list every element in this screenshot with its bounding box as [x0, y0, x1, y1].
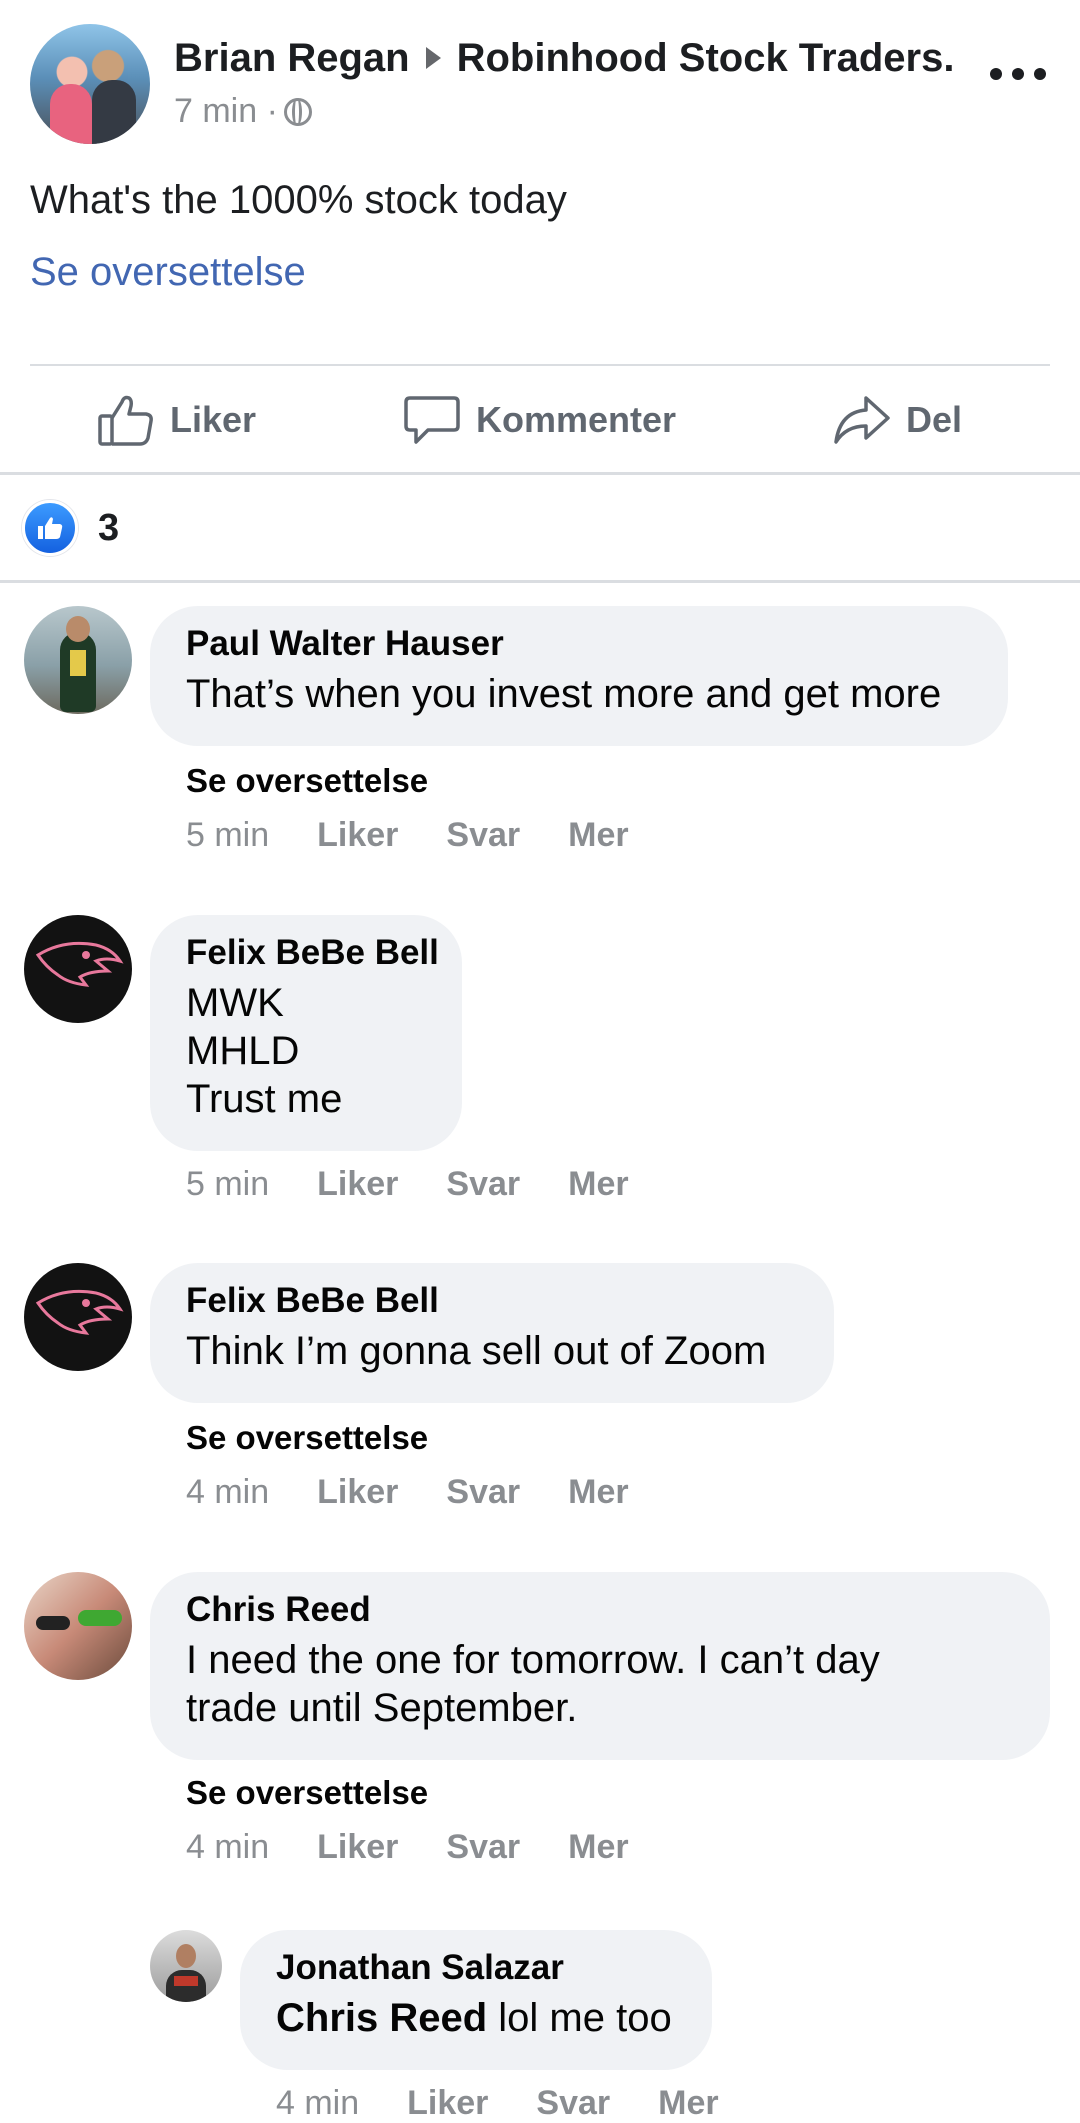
comment-more-button[interactable]: Mer: [568, 1473, 628, 1512]
comment-more-button[interactable]: Mer: [568, 1165, 628, 1204]
comment: Chris Reed I need the one for tomorrow. …: [24, 1572, 1064, 1872]
like-reaction-icon: [22, 500, 78, 556]
post-author-line: Brian Regan Robinhood Stock Traders.: [174, 36, 954, 81]
post-translate-link[interactable]: Se oversettelse: [30, 250, 306, 295]
commenter-avatar[interactable]: [150, 1930, 222, 2002]
comment-line: I need the one for tomorrow. I can’t day: [186, 1638, 880, 1682]
comment-like-button[interactable]: Liker: [407, 2084, 488, 2123]
comment-like-button[interactable]: Liker: [317, 1165, 398, 1204]
reactions-summary[interactable]: 3: [22, 500, 119, 556]
comment-button[interactable]: Kommenter: [404, 368, 676, 472]
mention-link[interactable]: Chris Reed: [276, 1996, 487, 2040]
commenter-name[interactable]: Chris Reed: [186, 1588, 1014, 1632]
globe-icon: [283, 98, 312, 126]
comment-more-button[interactable]: Mer: [568, 1828, 628, 1867]
reply-comment: Jonathan Salazar Chris Reed lol me too 4…: [150, 1930, 1050, 2122]
comment-translate-link[interactable]: Se oversettelse: [186, 762, 428, 800]
commenter-avatar[interactable]: [24, 1572, 132, 1680]
comment-line: Trust me: [186, 1077, 343, 1121]
group-name[interactable]: Robinhood Stock Traders.: [457, 36, 955, 80]
like-button[interactable]: Liker: [98, 368, 256, 472]
comment-more-button[interactable]: Mer: [568, 816, 628, 855]
comment-time: 4 min: [186, 1473, 270, 1511]
arrow-right-icon: [425, 47, 441, 70]
comment-actions: 4 min Liker Svar Mer: [186, 1473, 677, 1512]
commenter-name[interactable]: Paul Walter Hauser: [186, 622, 972, 666]
comment-reply-button[interactable]: Svar: [446, 1473, 520, 1512]
comment-actions: 5 min Liker Svar Mer: [186, 816, 677, 855]
comment-text: Think I’m gonna sell out of Zoom: [186, 1329, 767, 1373]
comment-time: 5 min: [186, 816, 270, 854]
comment-like-button[interactable]: Liker: [317, 816, 398, 855]
more-options-icon[interactable]: [990, 54, 1050, 94]
comment-time: 4 min: [186, 1828, 270, 1866]
commenter-avatar[interactable]: [24, 915, 132, 1023]
divider: [0, 580, 1080, 583]
post-text: What's the 1000% stock today: [30, 178, 567, 222]
commenter-name[interactable]: Felix BeBe Bell: [186, 931, 439, 975]
comment-bubble[interactable]: Chris Reed I need the one for tomorrow. …: [150, 1572, 1050, 1760]
comment-translate-link[interactable]: Se oversettelse: [186, 1774, 428, 1812]
comment-line: trade until September.: [186, 1686, 578, 1730]
comment-actions: 5 min Liker Svar Mer: [186, 1165, 677, 1204]
author-avatar[interactable]: [30, 24, 150, 144]
comment-icon: [404, 396, 460, 444]
commenter-avatar[interactable]: [24, 606, 132, 714]
comment-text: Chris Reed lol me too: [276, 1994, 676, 2042]
like-label: Liker: [170, 399, 257, 440]
comment-reply-button[interactable]: Svar: [446, 1165, 520, 1204]
comment-like-button[interactable]: Liker: [317, 1473, 398, 1512]
reply-text: lol me too: [487, 1996, 672, 2040]
comment-bubble[interactable]: Felix BeBe Bell Think I’m gonna sell out…: [150, 1263, 834, 1403]
commenter-avatar[interactable]: [24, 1263, 132, 1371]
commenter-name[interactable]: Jonathan Salazar: [276, 1946, 676, 1990]
comment-actions: 4 min Liker Svar Mer: [186, 1828, 677, 1867]
comment-bubble[interactable]: Jonathan Salazar Chris Reed lol me too: [240, 1930, 712, 2070]
comment-reply-button[interactable]: Svar: [446, 816, 520, 855]
commenter-name[interactable]: Felix BeBe Bell: [186, 1279, 798, 1323]
share-icon: [834, 396, 890, 444]
comment-text: That’s when you invest more and get more: [186, 672, 942, 716]
comment-label: Kommenter: [476, 399, 677, 440]
share-button[interactable]: Del: [834, 368, 962, 472]
comment: Paul Walter Hauser That’s when you inves…: [24, 606, 1064, 856]
post-header: Brian Regan Robinhood Stock Traders. 7 mi…: [30, 24, 1050, 144]
seahawk-logo-icon: [35, 1289, 124, 1335]
divider: [30, 364, 1050, 366]
comment-reply-button[interactable]: Svar: [446, 1828, 520, 1867]
comment-time: 4 min: [276, 2084, 360, 2122]
thumbs-up-icon: [98, 395, 153, 446]
comment-line: MHLD: [186, 1029, 300, 1073]
divider: [0, 472, 1080, 475]
author-name[interactable]: Brian Regan: [174, 36, 410, 80]
comment-bubble[interactable]: Paul Walter Hauser That’s when you inves…: [150, 606, 1008, 746]
post-actions: Liker Kommenter Del: [0, 368, 1080, 472]
comment: Felix BeBe Bell Think I’m gonna sell out…: [24, 1263, 1064, 1513]
reaction-count: 3: [98, 506, 120, 549]
seahawk-logo-icon: [35, 941, 124, 987]
post-meta: 7 min ·: [174, 92, 312, 131]
share-label: Del: [906, 399, 963, 440]
comment: Felix BeBe Bell MWK MHLD Trust me 5 min …: [24, 915, 1064, 1205]
comment-actions: 4 min Liker Svar Mer: [276, 2084, 767, 2123]
comment-translate-link[interactable]: Se oversettelse: [186, 1419, 428, 1457]
comment-reply-button[interactable]: Svar: [536, 2084, 610, 2123]
comment-like-button[interactable]: Liker: [317, 1828, 398, 1867]
comment-time: 5 min: [186, 1165, 270, 1203]
comment-bubble[interactable]: Felix BeBe Bell MWK MHLD Trust me: [150, 915, 462, 1151]
comment-line: MWK: [186, 981, 284, 1025]
post-time[interactable]: 7 min ·: [174, 92, 278, 130]
comment-more-button[interactable]: Mer: [658, 2084, 718, 2123]
